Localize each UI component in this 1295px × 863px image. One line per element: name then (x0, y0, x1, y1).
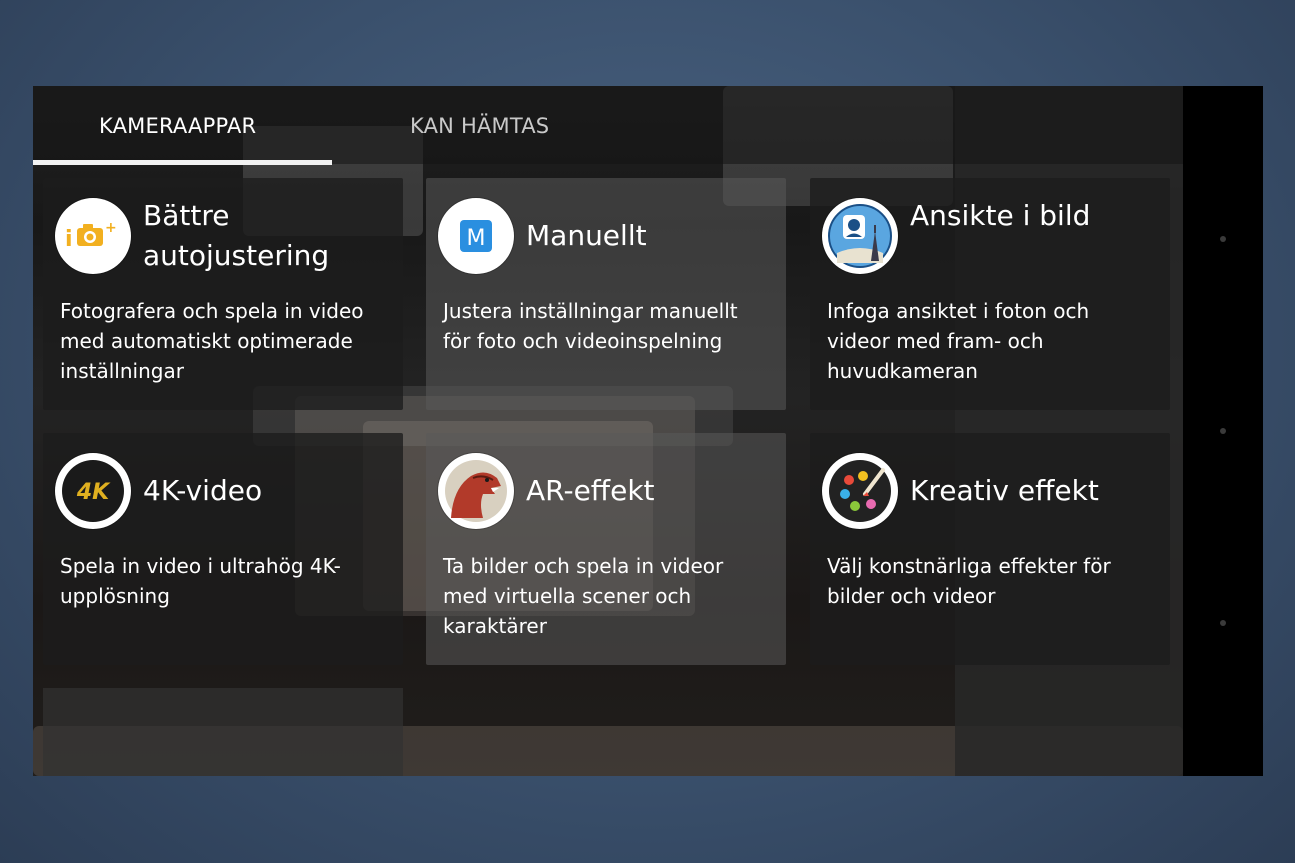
app-card-superior-auto[interactable]: i + Bättre autojustering Fotografera och… (43, 178, 403, 410)
app-description: Välj konstnärliga effekter för bilder oc… (827, 554, 1111, 608)
app-title: Manuellt (526, 219, 647, 252)
app-description: Ta bilder och spela in videor med virtue… (443, 554, 724, 638)
dinosaur-icon (438, 453, 514, 529)
app-description: Infoga ansiktet i foton och videor med f… (827, 299, 1090, 383)
app-card-ar-effect[interactable]: AR-effekt Ta bilder och spela in videor … (426, 433, 786, 665)
app-card-partial[interactable] (43, 688, 403, 776)
4k-icon: 4K (55, 453, 131, 529)
app-description: Spela in video i ultrahög 4K-upplösning (60, 554, 341, 608)
face-in-picture-icon (822, 198, 898, 274)
app-title: AR-effekt (526, 474, 655, 507)
app-card-manual[interactable]: M Manuellt Justera inställningar manuell… (426, 178, 786, 410)
scroll-dot (1220, 428, 1226, 434)
app-card-4k-video[interactable]: 4K 4K-video Spela in video i ultrahög 4K… (43, 433, 403, 665)
tab-bar: KAMERAAPPAR KAN HÄMTAS (33, 86, 1183, 165)
app-title: Kreativ effekt (910, 474, 1099, 507)
tab-kan-hamtas[interactable]: KAN HÄMTAS (410, 114, 549, 138)
app-title: 4K-video (143, 474, 263, 507)
app-description: Fotografera och spela in video med autom… (60, 299, 364, 383)
svg-text:i: i (65, 227, 73, 252)
app-description: Justera inställningar manuellt för foto … (443, 299, 738, 353)
svg-text:+: + (105, 220, 117, 236)
superior-auto-icon: i + (55, 198, 131, 274)
svg-text:M: M (467, 226, 486, 251)
app-card-creative-effect[interactable]: Kreativ effekt Välj konstnärliga effekte… (810, 433, 1170, 665)
svg-text:4K: 4K (76, 480, 111, 505)
app-title: Ansikte i bild (910, 199, 1091, 232)
app-screen: KAMERAAPPAR KAN HÄMTAS i + Bättre autoju… (33, 86, 1263, 776)
active-tab-indicator (33, 160, 332, 165)
app-card-face-in-picture[interactable]: Ansikte i bild Infoga ansiktet i foton o… (810, 178, 1170, 410)
scroll-dot (1220, 620, 1226, 626)
app-title: Bättre autojustering (143, 199, 330, 272)
manual-m-icon: M (438, 198, 514, 274)
tab-kameraappar[interactable]: KAMERAAPPAR (99, 114, 256, 138)
palette-icon (822, 453, 898, 529)
scroll-dot (1220, 236, 1226, 242)
